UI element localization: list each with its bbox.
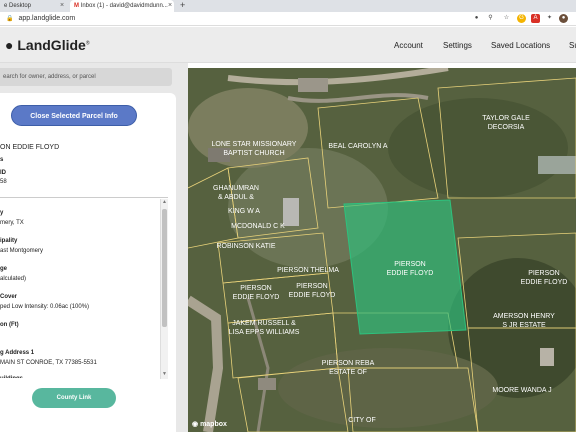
detail-value: mery, TX bbox=[0, 220, 24, 226]
satellite-map: LONE STAR MISSIONARY BAPTIST CHURCH BEAL… bbox=[188, 68, 576, 432]
map-label[interactable]: EDDIE FLOYD bbox=[233, 294, 280, 301]
map-label[interactable]: KING W A bbox=[228, 208, 260, 215]
map-label[interactable]: & ABDUL & bbox=[218, 194, 254, 201]
map-label[interactable]: JAKEM RUSSELL & bbox=[232, 320, 296, 327]
browser-tab-inbox[interactable]: M Inbox (1) - david@davidmdunn... bbox=[70, 0, 174, 12]
map-label[interactable]: ROBINSON KATIE bbox=[217, 243, 276, 250]
detail-label: uildings bbox=[0, 376, 23, 378]
search-input[interactable]: earch for owner, address, or parcel bbox=[0, 68, 172, 86]
parcel-owner: ON EDDIE FLOYD bbox=[0, 144, 60, 151]
browser-tab-strip: e Desktop × M Inbox (1) - david@davidmdu… bbox=[0, 0, 576, 12]
map-label[interactable]: AMERSON HENRY bbox=[493, 313, 555, 320]
detail-value: ast Montgomery bbox=[0, 248, 44, 254]
map-label[interactable]: PIERSON bbox=[528, 270, 560, 277]
map-label[interactable]: BEAL CAROLYN A bbox=[328, 143, 387, 150]
map-label[interactable]: EDDIE FLOYD bbox=[387, 270, 434, 277]
field-label: s bbox=[0, 157, 4, 163]
search-placeholder: earch for owner, address, or parcel bbox=[3, 74, 96, 80]
county-link-button[interactable]: County Link bbox=[32, 388, 116, 408]
detail-label: on (Ft) bbox=[0, 322, 19, 328]
browser-tab-desktop[interactable]: e Desktop bbox=[0, 0, 66, 12]
gmail-icon: M bbox=[74, 3, 79, 9]
detail-value: alculated) bbox=[0, 276, 27, 282]
tab-title: Inbox (1) - david@davidmdunn... bbox=[80, 3, 168, 9]
browser-address-bar: 🔒 app.landglide.com ● ⚲ ☆ G A ✦ ● bbox=[0, 12, 576, 26]
map-label[interactable]: PIERSON bbox=[240, 285, 272, 292]
map-label[interactable]: PIERSON THELMA bbox=[277, 267, 339, 274]
registered-mark: ® bbox=[85, 40, 90, 47]
field-value: 58 bbox=[0, 179, 7, 185]
parcel-info-panel: Close Selected Parcel Info ON EDDIE FLOY… bbox=[0, 93, 176, 432]
detail-label: ipality bbox=[0, 238, 18, 244]
mapbox-text: mapbox bbox=[200, 421, 227, 428]
map-label[interactable]: EDDIE FLOYD bbox=[289, 292, 336, 299]
map-label[interactable]: PIERSON bbox=[296, 283, 328, 290]
scroll-up-icon[interactable]: ▲ bbox=[162, 199, 167, 205]
map-label[interactable]: ESTATE OF bbox=[329, 369, 367, 376]
landglide-logo[interactable]: ● LandGlide® bbox=[5, 37, 90, 53]
map-label[interactable]: PIERSON REBA bbox=[322, 360, 375, 367]
map-label[interactable]: MOORE WANDA J bbox=[492, 387, 551, 394]
map-label[interactable]: DECORSIA bbox=[488, 124, 525, 131]
map-label[interactable]: TAYLOR GALE bbox=[482, 115, 530, 122]
parcel-details-list[interactable]: y mery, TX ipality ast Montgomery ge alc… bbox=[0, 198, 168, 378]
nav-saved-locations[interactable]: Saved Locations bbox=[491, 41, 550, 50]
close-tab-icon[interactable]: × bbox=[60, 0, 64, 12]
mapbox-attribution: ◉ mapbox bbox=[192, 420, 227, 428]
nav-account[interactable]: Account bbox=[394, 41, 423, 50]
map-label[interactable]: MCDONALD C K bbox=[231, 223, 285, 230]
map-label[interactable]: S JR ESTATE bbox=[502, 322, 546, 329]
map-label[interactable]: CITY OF bbox=[348, 417, 375, 424]
app-header: ● LandGlide® Account Settings Saved Loca… bbox=[0, 27, 576, 63]
close-parcel-info-button[interactable]: Close Selected Parcel Info bbox=[11, 105, 137, 126]
parcel-map[interactable]: LONE STAR MISSIONARY BAPTIST CHURCH BEAL… bbox=[188, 68, 576, 432]
url-field[interactable]: 🔒 app.landglide.com bbox=[6, 14, 75, 24]
field-label: ID bbox=[0, 170, 6, 176]
map-label[interactable]: EDDIE FLOYD bbox=[521, 279, 568, 286]
mapbox-logo-icon: ◉ bbox=[192, 421, 199, 428]
map-label[interactable]: LONE STAR MISSIONARY bbox=[212, 141, 297, 148]
detail-label: ge bbox=[0, 266, 8, 272]
map-label[interactable]: BAPTIST CHURCH bbox=[223, 150, 284, 157]
detail-value: ped Low Intensity: 0.06ac (100%) bbox=[0, 304, 90, 310]
profile-avatar[interactable]: ● bbox=[559, 14, 568, 23]
extension-icon[interactable]: G bbox=[517, 14, 526, 23]
url-text: app.landglide.com bbox=[18, 15, 76, 22]
details-scrollbar[interactable]: ▲ ▼ bbox=[160, 199, 168, 379]
map-label[interactable]: GHANUMRAN bbox=[213, 185, 259, 192]
map-label[interactable]: PIERSON bbox=[394, 261, 426, 268]
puzzle-icon[interactable]: ✦ bbox=[545, 14, 554, 23]
scroll-down-icon[interactable]: ▼ bbox=[162, 371, 167, 377]
map-label[interactable]: LISA EPPS WILLIAMS bbox=[229, 329, 300, 336]
left-sidebar: earch for owner, address, or parcel Clos… bbox=[0, 63, 188, 432]
location-icon[interactable]: ● bbox=[472, 14, 481, 23]
logo-text: LandGlide bbox=[17, 37, 86, 53]
logo-icon: ● bbox=[5, 37, 14, 53]
detail-label: Cover bbox=[0, 294, 18, 300]
detail-label: y bbox=[0, 210, 4, 216]
detail-label: g Address 1 bbox=[0, 350, 35, 356]
adobe-icon[interactable]: A bbox=[531, 14, 540, 23]
lock-icon: 🔒 bbox=[6, 16, 14, 22]
tab-title: e Desktop bbox=[4, 3, 32, 9]
key-icon[interactable]: ⚲ bbox=[486, 14, 495, 23]
detail-value: MAIN ST CONROE, TX 77385-5531 bbox=[0, 360, 97, 366]
close-tab-icon[interactable]: × bbox=[168, 0, 172, 12]
nav-settings[interactable]: Settings bbox=[443, 41, 472, 50]
nav-support[interactable]: Su bbox=[569, 41, 576, 50]
new-tab-button[interactable]: + bbox=[180, 0, 185, 11]
scrollbar-thumb[interactable] bbox=[162, 209, 167, 327]
star-icon[interactable]: ☆ bbox=[502, 14, 511, 23]
